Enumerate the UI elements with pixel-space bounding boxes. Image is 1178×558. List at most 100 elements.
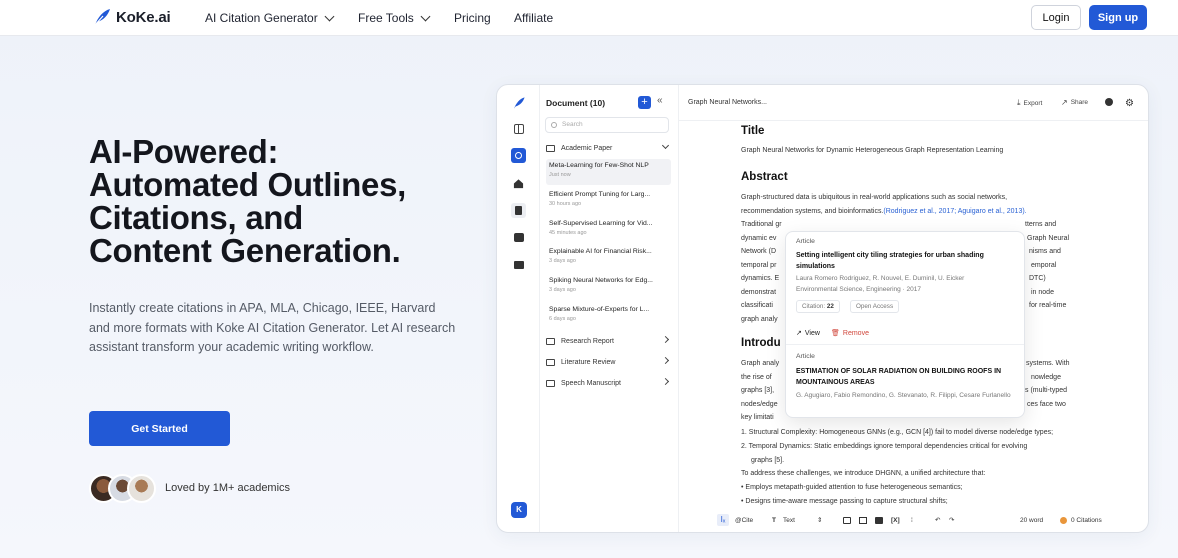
code-icon[interactable] [875,516,883,524]
bullet-item: • Employs metapath-guided attention to f… [741,484,963,491]
article-venue: Environmental Science, Engineering · 201… [796,285,922,293]
citation-status-dot-icon [1060,516,1067,524]
citation-value: 22 [826,303,834,310]
logo-text: KoKe.ai [116,8,171,26]
search-placeholder: Search [562,121,583,128]
settings-gear-icon[interactable]: ⚙ [1125,98,1134,109]
sidebar-toggle-icon[interactable] [511,121,526,136]
folder-icon[interactable] [511,257,526,272]
text-style-select[interactable]: Text [783,517,795,524]
chevron-down-icon [420,11,431,21]
add-document-button[interactable]: + [638,96,651,109]
app-preview: K Document (10) + « Search Academic Pape… [496,84,1149,533]
logo[interactable]: KoKe.ai [92,7,171,27]
avatar-group [89,474,156,503]
formula-icon[interactable]: [X] [891,517,900,524]
top-navbar: KoKe.ai AI Citation Generator Free Tools… [0,0,1178,36]
hero-description: Instantly create citations in APA, MLA, … [89,301,456,354]
nav-pricing[interactable]: Pricing [454,11,491,25]
citation-count: 0 Citations [1071,516,1102,524]
editor-toolbar: Graph Neural Networks... ⤓ Export ↗ Share … [679,85,1148,121]
abstract-line: DTC) [1029,275,1046,282]
chevron-right-icon [661,356,670,365]
document-title: Explainable AI for Financial Risk... [549,248,652,255]
hero-title: AI-Powered: Automated Outlines, Citation… [89,135,406,267]
folder-research-report[interactable]: Research Report [546,335,672,347]
external-link-icon: ↗ [796,330,802,337]
paragraph: To address these challenges, we introduc… [741,470,986,477]
share-button[interactable]: ↗ Share [1061,98,1088,107]
hero-title-line: AI-Powered: [89,133,279,170]
library-icon[interactable] [511,230,526,245]
numbered-list-item: 2. Temporal Dynamics: Static embeddings … [741,443,1028,450]
history-icon[interactable] [1105,98,1113,106]
document-item[interactable]: Sparse Mixture-of-Experts for L... 6 days… [546,303,671,329]
nav-ai-citation-generator[interactable]: AI Citation Generator [205,11,335,25]
table-icon[interactable] [859,516,867,524]
undo-icon[interactable]: ↶ [935,516,940,524]
nav-label: Free Tools [358,11,414,25]
document-item[interactable]: Self-Supervised Learning for Vid... 45 mi… [546,217,671,243]
word-count: 20 word [1020,516,1044,524]
abstract-line: emporal [1031,261,1057,269]
document-title: Spiking Neural Networks for Edg... [549,277,653,284]
document-title: Self-Supervised Learning for Vid... [549,220,653,227]
document-item[interactable]: Explainable AI for Financial Risk... 3 da… [546,245,671,271]
documents-icon[interactable] [511,203,526,218]
article-title: ESTIMATION OF SOLAR RADIATION ON BUILDIN… [796,368,1002,386]
icon-rail: K [497,85,540,532]
login-button[interactable]: Login [1031,5,1081,30]
collapse-panel-icon[interactable]: « [657,95,663,106]
document-item[interactable]: Meta-Learning for Few-Shot NLP Just now [546,159,671,185]
nav-free-tools[interactable]: Free Tools [358,11,431,25]
numbered-list-item: graphs [5]. [751,456,785,464]
document-item[interactable]: Spiking Neural Networks for Edg... 3 days… [546,274,671,300]
cite-cursor-icon[interactable]: Iₓ [717,514,729,526]
remove-label: Remove [842,329,869,337]
nav-affiliate[interactable]: Affiliate [514,11,553,25]
intro-line: ces face two [1027,400,1066,408]
abstract-line: Graph Neural [1027,234,1070,242]
document-count-header: Document (10) [546,98,606,108]
folder-literature-review[interactable]: Literature Review [546,356,672,368]
share-icon: ↗ [1061,98,1068,107]
document-time: 6 days ago [549,316,576,322]
folder-academic-paper[interactable]: Academic Paper [546,141,672,154]
nav-label: Affiliate [514,11,554,25]
document-time: 3 days ago [549,258,576,264]
new-document-icon[interactable] [511,148,526,163]
numbered-list-item: 1. Structural Complexity: Homogeneous GN… [741,429,1054,436]
article-authors: G. Agugiaro, Fabio Remondino, G. Stevana… [796,392,1011,399]
citation-link[interactable]: (Rodriguez et al., 2017; Aguigaro et al.… [883,208,1026,215]
folder-label: Speech Manuscript [561,379,621,387]
hero-title-line: Content Generation. [89,232,401,269]
signup-button[interactable]: Sign up [1089,5,1147,30]
document-time: Just now [549,172,571,178]
image-icon[interactable] [843,516,851,524]
avatar [127,474,156,503]
folder-icon [546,144,555,152]
cite-button[interactable]: @Cite [735,517,753,524]
document-title-text[interactable]: Graph Neural Networks for Dynamic Hetero… [741,144,1111,158]
remove-button[interactable]: 🗑 Remove [831,329,869,338]
document-search-input[interactable]: Search [545,117,669,133]
user-avatar-badge[interactable]: K [511,502,527,518]
document-item[interactable]: Efficient Prompt Tuning for Larg... 30 ho… [546,188,671,214]
chevron-down-icon [324,11,335,21]
reference-icon[interactable]: ⁞ [911,517,913,524]
intro-line: nowledge [1031,373,1061,381]
abstract-line: for real-time [1029,302,1067,309]
redo-icon[interactable]: ↷ [949,516,954,524]
abstract-line: Graph-structured data is ubiquitous in r… [741,194,1008,201]
abstract-line: in node [1031,288,1054,296]
home-icon[interactable] [511,176,526,191]
abstract-heading: Abstract [741,171,788,183]
view-button[interactable]: ↗ View [796,329,820,338]
get-started-button[interactable]: Get Started [89,411,230,446]
intro-line: s (multi-typed [1025,387,1068,394]
export-button[interactable]: ⤓ Export [1017,98,1042,108]
folder-speech-manuscript[interactable]: Speech Manuscript [546,377,672,389]
chevron-down-icon [661,141,670,150]
article-title: Setting intelligent city tiling strategi… [796,252,984,270]
breadcrumb: Graph Neural Networks... [688,99,767,106]
